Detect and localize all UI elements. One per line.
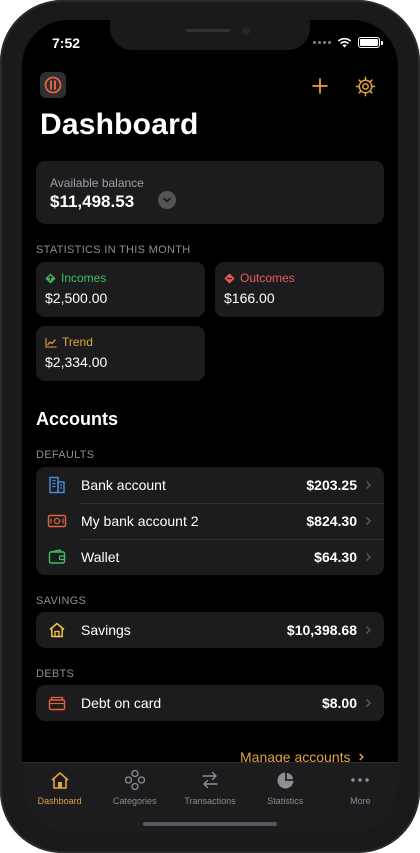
balance-toggle-button[interactable] (158, 191, 176, 209)
add-button[interactable] (308, 74, 332, 98)
battery-icon (358, 37, 383, 48)
speaker-grille (186, 29, 230, 32)
account-amount: $203.25 (306, 477, 357, 493)
pie-chart-icon (274, 769, 296, 791)
signal-icon (313, 41, 331, 44)
savings-list: Savings $10,398.68 (36, 612, 384, 648)
chevron-right-icon (366, 517, 371, 525)
archive-icon (47, 693, 67, 713)
account-row-bank-account[interactable]: Bank account $203.25 (36, 467, 384, 503)
outcomes-card[interactable]: Outcomes $166.00 (215, 262, 384, 317)
tab-dashboard[interactable]: Dashboard (22, 763, 97, 811)
notch (110, 20, 310, 50)
trend-label-row: Trend (45, 335, 93, 349)
ellipsis-icon (349, 769, 371, 791)
chevron-right-icon (366, 481, 371, 489)
account-row-wallet[interactable]: Wallet $64.30 (36, 539, 384, 575)
debts-header: DEBTS (36, 668, 75, 680)
outcomes-label: Outcomes (240, 271, 295, 285)
tab-more[interactable]: More (323, 763, 398, 811)
tab-label: More (350, 796, 371, 806)
account-row-debt-on-card[interactable]: Debt on card $8.00 (36, 685, 384, 721)
defaults-header: DEFAULTS (36, 449, 95, 461)
statistics-header: STATISTICS IN THIS MONTH (36, 244, 191, 256)
trend-card[interactable]: Trend $2,334.00 (36, 326, 205, 381)
trend-chart-icon (45, 337, 57, 348)
balance-label: Available balance (50, 176, 144, 190)
incomes-card[interactable]: Incomes $2,500.00 (36, 262, 205, 317)
account-label: Wallet (81, 549, 120, 565)
account-label: My bank account 2 (81, 513, 199, 529)
tab-label: Statistics (267, 796, 304, 806)
account-amount: $10,398.68 (286, 622, 357, 638)
chevron-right-icon (366, 626, 371, 634)
balance-value: $11,498.53 (50, 192, 135, 211)
front-camera (242, 27, 250, 35)
account-row-my-bank-account-2[interactable]: My bank account 2 $824.30 (36, 503, 384, 539)
tab-label: Dashboard (37, 796, 82, 806)
income-diamond-icon (45, 272, 56, 284)
outcomes-value: $166.00 (224, 290, 275, 306)
account-amount: $8.00 (321, 695, 357, 711)
account-amount: $64.30 (314, 549, 357, 565)
wallet-icon (47, 547, 67, 567)
chevron-right-icon (366, 699, 371, 707)
trend-label: Trend (62, 335, 93, 349)
trend-value: $2,334.00 (45, 354, 108, 370)
phone-frame: 7:52 Dashboard Available balance $11,498… (0, 0, 420, 853)
chevron-down-icon (163, 197, 171, 203)
tab-statistics[interactable]: Statistics (248, 763, 323, 811)
plus-icon (312, 78, 328, 94)
defaults-list: Bank account $203.25 My bank account 2 $… (36, 467, 384, 575)
app-logo[interactable] (40, 72, 66, 98)
debts-list: Debt on card $8.00 (36, 685, 384, 721)
status-time: 7:52 (52, 35, 81, 51)
home-indicator (143, 822, 277, 826)
house-icon (47, 620, 67, 640)
tab-categories[interactable]: Categories (97, 763, 172, 811)
tab-transactions[interactable]: Transactions (172, 763, 247, 811)
outcomes-label-row: Outcomes (224, 271, 295, 285)
categories-icon (124, 769, 146, 791)
status-icons (313, 37, 383, 48)
accounts-title: Accounts (36, 409, 119, 429)
tab-label: Transactions (184, 796, 236, 806)
app-screen: 7:52 Dashboard Available balance $11,498… (22, 20, 398, 833)
building-icon (47, 475, 67, 495)
incomes-label-row: Incomes (45, 271, 106, 285)
page-title: Dashboard (40, 108, 199, 141)
wifi-icon (337, 37, 352, 48)
account-label: Bank account (81, 477, 166, 493)
savings-header: SAVINGS (36, 595, 87, 607)
chevron-right-icon (358, 753, 364, 761)
banknote-icon (47, 511, 67, 531)
account-row-savings[interactable]: Savings $10,398.68 (36, 612, 384, 648)
balance-card: Available balance $11,498.53 (36, 161, 384, 224)
account-label: Savings (81, 622, 131, 638)
chevron-right-icon (366, 553, 371, 561)
account-amount: $824.30 (306, 513, 357, 529)
account-label: Debt on card (81, 695, 162, 711)
arrows-icon (199, 769, 221, 791)
tab-label: Categories (113, 796, 157, 806)
gear-icon (355, 76, 375, 96)
tab-bar: Dashboard Categories Transactions Statis… (22, 762, 398, 833)
outcome-diamond-icon (224, 272, 235, 284)
settings-button[interactable] (353, 74, 377, 98)
house-icon (49, 769, 71, 791)
incomes-label: Incomes (61, 271, 107, 285)
incomes-value: $2,500.00 (45, 290, 108, 306)
